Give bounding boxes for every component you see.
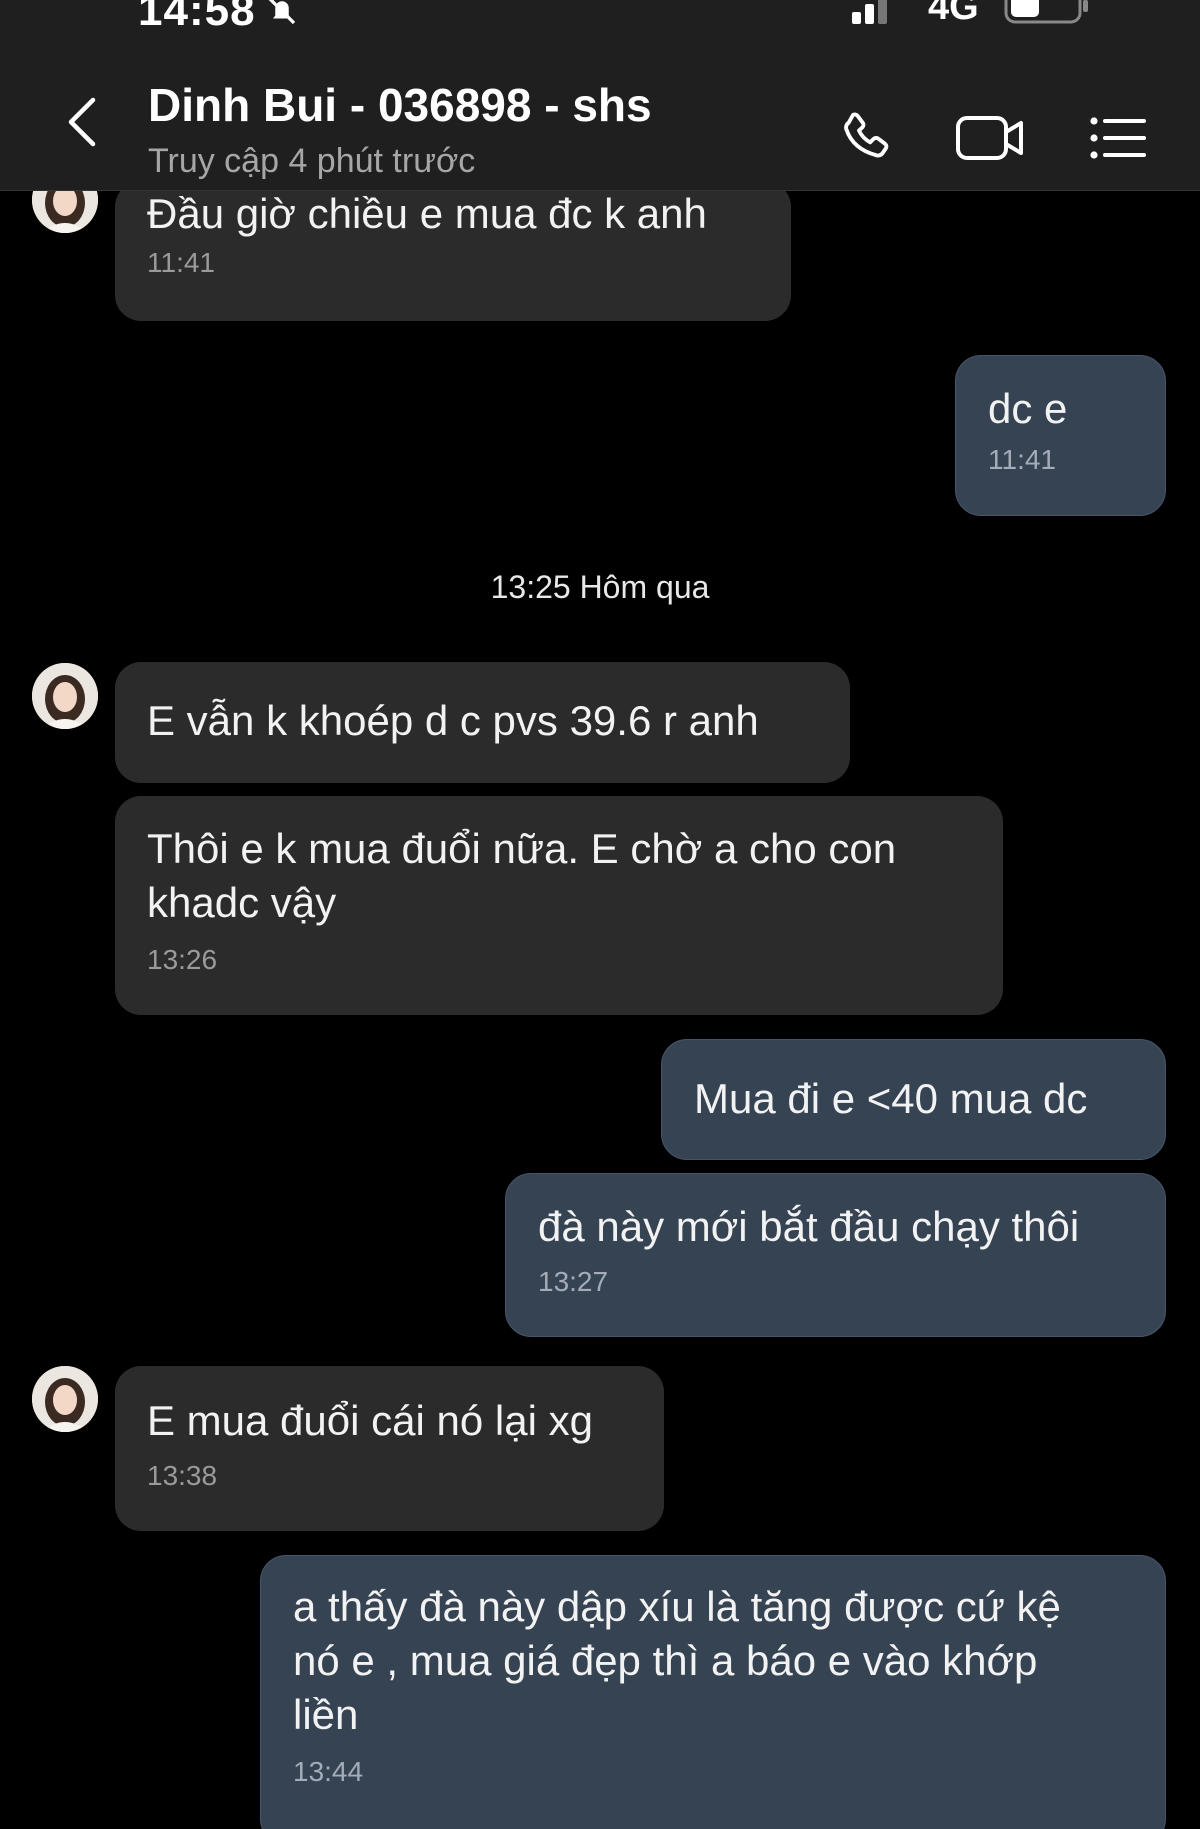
list-icon <box>1090 117 1146 159</box>
message-bubble-outgoing[interactable]: dc e 11:41 <box>955 355 1166 516</box>
chevron-left-icon <box>68 97 96 147</box>
status-time: 14:58 <box>138 0 300 36</box>
message-time: 13:44 <box>293 1756 364 1787</box>
message-text: E vẫn k khoép d c pvs 39.6 r anh <box>147 697 759 744</box>
video-call-button[interactable] <box>954 102 1026 174</box>
message-text-line: khadc vậy <box>147 879 337 926</box>
last-seen-status: Truy cập 4 phút trước <box>148 142 476 180</box>
message-bubble-incoming[interactable]: E vẫn k khoép d c pvs 39.6 r anh <box>115 662 850 783</box>
avatar[interactable] <box>32 191 98 233</box>
cellular-signal-icon <box>852 0 887 24</box>
clock-label: 14:58 <box>138 0 256 35</box>
message-text: Mua đi e <40 mua dc <box>694 1075 1088 1122</box>
video-camera-icon <box>956 116 1023 160</box>
message-time: 11:41 <box>147 247 215 278</box>
message-text-line: a thấy đà này dập xíu là tăng được cứ kệ <box>293 1583 1061 1630</box>
message-time: 11:41 <box>988 444 1056 475</box>
message-bubble-outgoing[interactable]: a thấy đà này dập xíu là tăng được cứ kệ… <box>260 1555 1166 1829</box>
message-bubble-incoming[interactable]: E mua đuổi cái nó lại xg 13:38 <box>115 1366 664 1531</box>
message-text: E mua đuổi cái nó lại xg <box>147 1397 593 1444</box>
avatar[interactable] <box>32 663 98 729</box>
message-bubble-outgoing[interactable]: Mua đi e <40 mua dc <box>661 1039 1166 1160</box>
contact-name[interactable]: Dinh Bui - 036898 - shs <box>148 78 652 132</box>
message-text: dc e <box>988 385 1068 432</box>
contact-avatar-image <box>32 1366 98 1432</box>
message-text-line: nó e , mua giá đẹp thì a báo e vào khớp <box>293 1637 1038 1684</box>
message-bubble-outgoing[interactable]: đà này mới bắt đầu chạy thôi 13:27 <box>505 1173 1166 1337</box>
back-button[interactable] <box>52 92 112 152</box>
call-button[interactable] <box>830 102 902 174</box>
message-time: 13:26 <box>147 944 218 975</box>
conversation-area[interactable]: Đầu giờ chiều e mua đc k anh 11:41 dc e … <box>0 191 1200 1829</box>
message-bubble-incoming[interactable]: Thôi e k mua đuổi nữa. E chờ a cho con k… <box>115 796 1003 1015</box>
bell-off-icon <box>268 0 295 25</box>
phone-icon <box>844 112 889 158</box>
message-text: đà này mới bắt đầu chạy thôi <box>538 1203 1080 1250</box>
message-text: Đầu giờ chiều e mua đc k anh <box>147 191 707 237</box>
avatar[interactable] <box>32 1366 98 1432</box>
message-time: 13:38 <box>147 1460 218 1491</box>
contact-avatar-image <box>32 191 98 233</box>
message-time: 13:27 <box>538 1266 609 1297</box>
message-text-line: liền <box>293 1691 359 1738</box>
network-type: 4G <box>928 0 979 28</box>
message-text-line: Thôi e k mua đuổi nữa. E chờ a cho con <box>147 825 897 872</box>
date-separator: 13:25 Hôm qua <box>490 569 710 605</box>
menu-button[interactable] <box>1082 102 1154 174</box>
message-bubble-incoming[interactable]: Đầu giờ chiều e mua đc k anh 11:41 <box>115 191 791 321</box>
contact-avatar-image <box>32 663 98 729</box>
chat-header: Dinh Bui - 036898 - shs Truy cập 4 phút … <box>0 40 1200 191</box>
status-bar: 14:58 4G <box>0 0 1200 40</box>
battery-icon <box>1004 0 1088 24</box>
